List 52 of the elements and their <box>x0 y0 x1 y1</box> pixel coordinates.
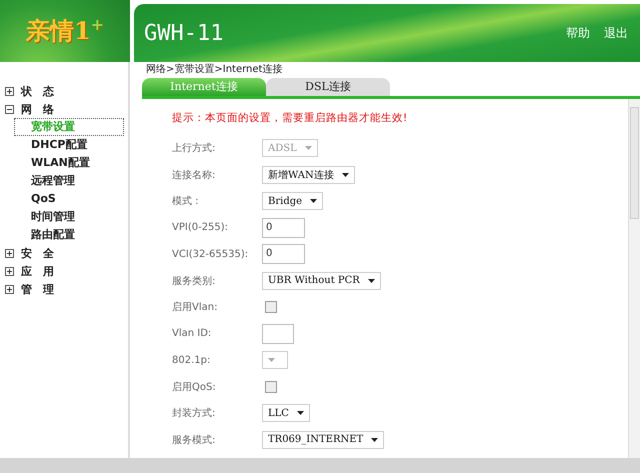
field-label: 上行方式: <box>172 142 216 156</box>
field-label: 启用Vlan: <box>172 300 218 314</box>
header-link[interactable]: 退出 <box>604 24 628 42</box>
sidebar-group[interactable]: 状 态 <box>21 84 54 98</box>
caret-icon <box>371 438 378 442</box>
sidebar-item[interactable]: QoS <box>14 190 124 208</box>
field-label: Vlan ID: <box>172 328 212 340</box>
caret-icon <box>368 278 375 283</box>
collapse-icon[interactable] <box>5 104 14 114</box>
sidebar-item[interactable]: DHCP配置 <box>14 136 124 154</box>
expand-icon[interactable] <box>5 248 14 258</box>
sidebar-item[interactable]: 时间管理 <box>14 208 124 226</box>
caret-icon <box>342 172 349 177</box>
field-label: 模式 : <box>172 194 200 208</box>
sidebar-group[interactable]: 安 全 <box>21 246 54 260</box>
field-label: 封装方式: <box>172 406 216 420</box>
sidebar-item[interactable]: 路由配置 <box>14 226 124 244</box>
checkbox[interactable] <box>265 380 277 393</box>
field-label: 802.1p: <box>172 354 212 366</box>
input-field[interactable]: 0 <box>262 244 305 264</box>
dropdown[interactable]: 新增WAN连接 <box>262 166 355 184</box>
scrollbar[interactable] <box>628 99 640 458</box>
breadcrumb: 网络>宽带设置>Internet连接 <box>146 62 284 77</box>
logo: 亲情1$^{+}$ <box>26 15 104 47</box>
sidebar-group[interactable]: 网 络 <box>21 102 54 116</box>
input-field[interactable]: 0 <box>262 218 305 238</box>
field-label: VCI(32-65535): <box>172 248 250 260</box>
dropdown[interactable]: LLC <box>262 404 310 422</box>
sidebar-item[interactable]: WLAN配置 <box>14 154 124 172</box>
sidebar-group[interactable]: 管 理 <box>21 282 54 296</box>
input-field[interactable] <box>262 324 294 344</box>
dropdown[interactable]: Bridge <box>262 192 324 210</box>
expand-icon[interactable] <box>5 86 14 96</box>
field-label: 服务模式: <box>172 434 216 447</box>
caret-icon <box>268 358 275 362</box>
caret-icon <box>304 146 312 150</box>
dropdown[interactable]: TR069_INTERNET <box>262 430 384 449</box>
caret-icon <box>296 411 304 416</box>
sidebar-group[interactable]: 应 用 <box>21 264 54 278</box>
expand-icon[interactable] <box>5 284 14 294</box>
device-title: GWH-11 <box>144 20 224 46</box>
checkbox[interactable] <box>265 301 277 314</box>
notice-text: 提示：本页面的设置，需要重启路由器才能生效! <box>172 111 408 126</box>
dropdown[interactable]: UBR Without PCR <box>262 272 381 290</box>
expand-icon[interactable] <box>5 266 14 276</box>
sidebar-item[interactable]: 远程管理 <box>14 172 124 190</box>
caret-icon <box>310 199 318 204</box>
field-label: 启用QoS: <box>172 380 217 394</box>
tab[interactable]: DSL连接 <box>266 78 390 96</box>
field-label: VPI(0-255): <box>172 222 230 234</box>
field-label: 连接名称: <box>172 168 216 182</box>
field-label: 服务类别: <box>172 274 216 288</box>
